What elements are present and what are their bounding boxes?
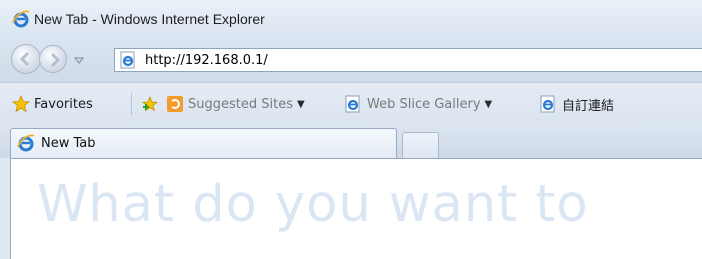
history-dropdown-button[interactable] <box>73 54 85 69</box>
address-input[interactable] <box>145 51 685 69</box>
page-icon <box>119 51 137 69</box>
new-tab-button[interactable] <box>402 132 439 158</box>
new-tab-headline: What do you want to <box>37 175 589 234</box>
chevron-down-icon <box>73 57 85 64</box>
custom-links-link[interactable]: 自訂連結 <box>539 93 614 115</box>
web-slice-gallery-link[interactable]: Web Slice Gallery ▼ <box>344 93 492 115</box>
forward-button[interactable] <box>39 45 67 73</box>
favorites-button[interactable]: Favorites <box>12 93 93 115</box>
ie-logo-icon <box>17 134 35 152</box>
title-bar: New Tab - Windows Internet Explorer <box>0 0 702 38</box>
suggested-sites-link[interactable]: Suggested Sites ▼ <box>167 93 305 115</box>
suggested-sites-icon <box>167 96 183 112</box>
tab-row: New Tab <box>0 124 702 158</box>
ie-page-icon <box>344 95 362 113</box>
custom-links-label: 自訂連結 <box>562 98 615 114</box>
separator <box>131 93 132 115</box>
favorites-bar: Favorites Suggested Sites ▼ Web Slice Ga… <box>0 82 702 125</box>
ie-logo-icon <box>12 10 30 28</box>
page-content: What do you want to <box>10 158 702 259</box>
ie-page-icon <box>539 95 557 113</box>
navigation-bar <box>0 38 702 82</box>
tab-new-tab[interactable]: New Tab <box>10 128 397 158</box>
tab-label: New Tab <box>41 136 96 151</box>
chevron-down-icon: ▼ <box>296 98 305 110</box>
favorites-label: Favorites <box>34 96 93 112</box>
favorites-star-icon <box>12 95 30 113</box>
forward-arrow-icon <box>50 52 61 68</box>
web-slice-gallery-label: Web Slice Gallery <box>367 96 481 112</box>
back-arrow-icon <box>19 51 30 67</box>
suggested-sites-label: Suggested Sites <box>188 96 293 112</box>
back-button[interactable] <box>11 44 41 74</box>
add-favorite-icon <box>141 95 159 112</box>
window-title: New Tab - Windows Internet Explorer <box>34 11 265 27</box>
add-to-favorites-bar-button[interactable] <box>141 93 163 115</box>
chevron-down-icon: ▼ <box>484 98 493 110</box>
address-bar[interactable] <box>114 48 702 72</box>
